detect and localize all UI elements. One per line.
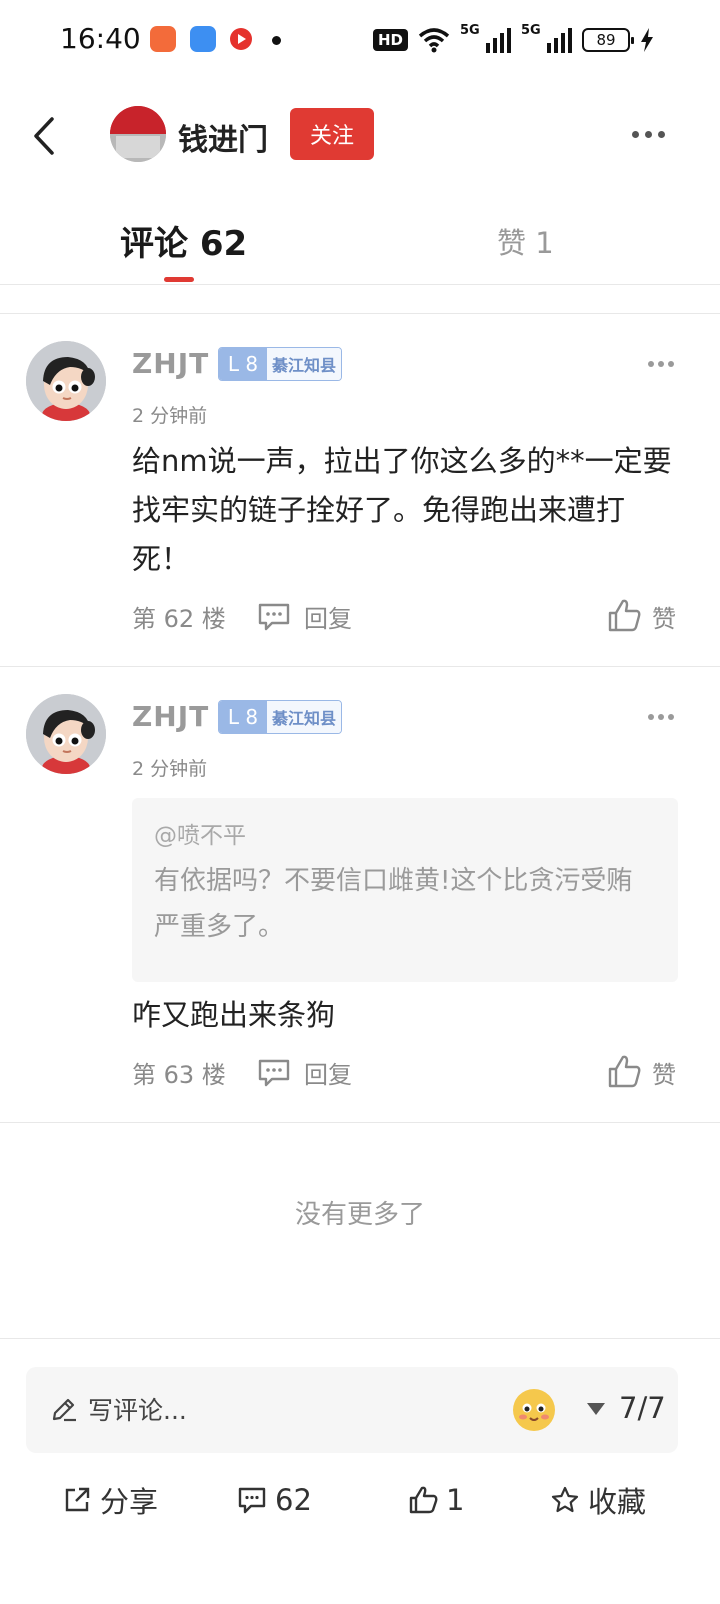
level-label: L 8 [219,701,267,733]
comment-input-placeholder[interactable]: 写评论... [88,1391,187,1427]
comment-username[interactable]: ZHJT [132,700,209,733]
comments-count: 62 [275,1483,312,1517]
dot-icon [645,130,652,138]
user-title: 綦江知县 [267,701,341,733]
dot-icon [648,361,654,367]
comment-divider [0,1122,720,1123]
chevron-left-icon [34,117,54,155]
cartoon-avatar-image [26,341,106,421]
comment-divider [0,666,720,667]
likes-count: 1 [446,1483,465,1517]
quoted-text: 有依据吗？不要信口雌黄!这个比贪污受贿严重多了。 [154,866,633,942]
signal-1-label: 5G [460,23,480,38]
like-post-button[interactable]: 1 [408,1478,464,1522]
floor-number: 第 63 楼 [132,1061,226,1089]
share-button[interactable]: 分享 [62,1478,158,1522]
status-time: 16:40 [60,22,141,55]
status-indicators: HD 5G 5G 89 [372,23,654,56]
thumbs-up-icon[interactable] [606,1053,642,1089]
comment-username[interactable]: ZHJT [132,347,209,380]
dot-icon [648,714,654,720]
favorite-label: 收藏 [588,1485,647,1519]
comment-more-button[interactable] [648,361,674,367]
wifi-icon [418,28,450,53]
back-button[interactable] [30,116,60,156]
comment-composer[interactable]: 写评论... 7/7 [26,1367,678,1453]
comment-footer: 第 62 楼 回复 赞 [132,599,680,639]
dot-icon [658,361,664,367]
user-title: 綦江知县 [267,348,341,380]
hd-badge: HD [372,29,408,51]
no-more-text: 没有更多了 [294,1200,425,1230]
level-badge: L 8 綦江知县 [218,700,342,734]
more-options-button[interactable] [632,124,672,144]
reply-button[interactable]: 回复 [304,1055,352,1090]
battery-icon: 89 [582,28,634,52]
emoji-icon[interactable] [513,1389,555,1431]
dot-icon [658,714,664,720]
level-badge: L 8 綦江知县 [218,347,342,381]
video-app-icon [150,26,176,52]
pen-icon [52,1398,76,1422]
reply-button[interactable]: 回复 [304,599,352,634]
status-bar: 16:40 HD 5G 5G 89 [0,0,720,80]
dot-icon [658,130,665,138]
quoted-username: @喷不平 [154,823,246,849]
comment-time: 2 分钟前 [132,405,208,427]
page-indicator[interactable]: 7/7 [619,1391,666,1425]
like-button[interactable]: 赞 [652,1055,676,1090]
comments-button[interactable]: 62 [237,1478,312,1522]
comment-item: ZHJT L 8 綦江知县 2 分钟前 @喷不平 有依据吗？不要信口雌黄!这个比… [0,694,720,1124]
follow-button[interactable]: 关注 [290,108,374,160]
thumbs-up-icon[interactable] [606,597,642,633]
cartoon-avatar-image [26,694,106,774]
share-label: 分享 [100,1485,159,1519]
reply-icon[interactable] [256,601,292,633]
comment-time: 2 分钟前 [132,758,208,780]
signal-icon-1: 5G [460,23,511,53]
reply-icon[interactable] [256,1057,292,1089]
comment-text: 给nm说一声，拉出了你这么多的**一定要找牢实的链子拴好了。免得跑出来遭打死！ [132,444,672,576]
caret-down-icon[interactable] [587,1403,605,1415]
share-icon [65,1487,90,1512]
red-play-app-icon [228,26,254,52]
quoted-comment[interactable]: @喷不平 有依据吗？不要信口雌黄!这个比贪污受贿严重多了。 [132,798,678,982]
tab-likes[interactable]: 赞 1 [497,220,554,262]
author-avatar-image [110,106,166,162]
bottom-action-bar: 分享 62 1 收藏 [0,1470,720,1530]
tabs-divider [0,284,720,285]
signal-icon-2: 5G [521,23,572,53]
author-avatar[interactable] [110,106,166,162]
level-label: L 8 [219,348,267,380]
tab-active-indicator [164,277,194,282]
dot-icon [668,361,674,367]
dot-icon [668,714,674,720]
favorite-button[interactable]: 收藏 [550,1478,646,1522]
user-avatar[interactable] [26,694,106,774]
section-divider [0,313,720,314]
user-avatar[interactable] [26,341,106,421]
bottom-divider [0,1338,720,1339]
comment-item: ZHJT L 8 綦江知县 2 分钟前 给nm说一声，拉出了你这么多的**一定要… [0,341,720,667]
charging-icon [641,28,653,52]
comment-text: 咋又跑出来条狗 [132,998,336,1032]
comment-icon [238,1487,266,1514]
dot-icon [632,130,639,138]
comment-more-button[interactable] [648,714,674,720]
notification-dot-icon [272,36,281,45]
thumbs-up-icon [409,1486,438,1514]
author-name[interactable]: 钱进门 [178,115,268,159]
blue-app-icon [190,26,216,52]
signal-2-label: 5G [521,23,541,38]
tab-comments[interactable]: 评论 62 [120,216,247,265]
comment-footer: 第 63 楼 回复 赞 [132,1055,680,1095]
star-icon [551,1486,579,1513]
like-button[interactable]: 赞 [652,599,676,634]
floor-number: 第 62 楼 [132,605,226,633]
